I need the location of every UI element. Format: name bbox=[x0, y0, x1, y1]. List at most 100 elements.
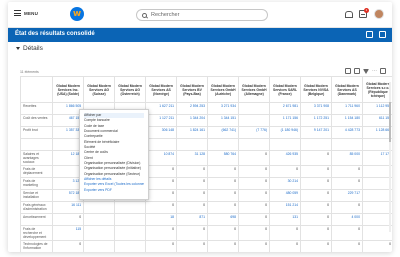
user-avatar[interactable] bbox=[374, 9, 384, 19]
table-cell[interactable]: 1 344 204 bbox=[176, 114, 209, 127]
table-cell[interactable]: 10 874 bbox=[145, 150, 178, 166]
table-cell: 0 bbox=[361, 165, 392, 178]
table-cell[interactable]: 1 172 251 bbox=[300, 114, 332, 127]
table-cell bbox=[238, 114, 271, 127]
table-cell[interactable]: 1 627 211 bbox=[145, 102, 178, 115]
inbox-icon[interactable]: 1 bbox=[359, 8, 369, 18]
table-cell[interactable]: 2 671 981 bbox=[269, 102, 301, 115]
table-cell[interactable]: (7 776) bbox=[238, 126, 271, 139]
details-toggle[interactable]: Détails bbox=[16, 45, 43, 52]
table-cell: 0 bbox=[176, 165, 209, 178]
table-cell: 0 bbox=[361, 177, 392, 190]
table-cell[interactable]: 85 000 bbox=[330, 150, 363, 166]
table-cell[interactable]: 611 157 bbox=[361, 114, 392, 127]
table-cell: 0 bbox=[176, 201, 209, 214]
table-cell[interactable]: (662 741) bbox=[207, 126, 240, 139]
table-row: Coût des ventes 467 155 1 127 211 1 344 204… bbox=[20, 114, 392, 127]
fullscreen-icon[interactable] bbox=[380, 68, 386, 74]
column-header[interactable]: Global Modern Services BV (Pays-Bas) bbox=[176, 76, 209, 103]
table-cell[interactable]: 1 128 661 bbox=[361, 126, 392, 139]
table-cell: 0 bbox=[238, 240, 271, 252]
table-cell[interactable]: 1 824 161 bbox=[176, 126, 209, 139]
table-cell: 0 bbox=[145, 165, 178, 178]
table-cell[interactable]: 17 173 bbox=[361, 150, 392, 166]
column-header[interactable]: Global Modern Services AG (Österreich) bbox=[114, 76, 147, 103]
vertical-scrollbar[interactable] bbox=[389, 82, 391, 232]
table-cell bbox=[83, 225, 116, 241]
column-header[interactable]: Global Modern Services Inc. (USA) (Solde… bbox=[52, 76, 85, 103]
popup-menu-item[interactable]: Exporter vers PDF bbox=[84, 188, 144, 193]
table-cell[interactable]: 4 000 bbox=[330, 213, 363, 226]
table-cell[interactable]: 18 bbox=[145, 213, 178, 226]
table-cell[interactable]: 151 214 bbox=[269, 201, 301, 214]
table-cell[interactable]: 1 344 151 bbox=[207, 114, 240, 127]
export-icon[interactable] bbox=[366, 31, 373, 38]
table-cell[interactable]: 1 171 156 bbox=[269, 114, 301, 127]
filter-icon[interactable] bbox=[363, 68, 369, 74]
table-cell: 0 bbox=[330, 201, 363, 214]
table-row: Frais de déplacement0000000000 bbox=[20, 165, 392, 178]
workday-logo[interactable]: w bbox=[70, 7, 84, 21]
menu-button[interactable]: MENU bbox=[14, 10, 38, 16]
table-cell[interactable]: 1 711 960 bbox=[330, 102, 363, 115]
table-cell: 0 bbox=[300, 189, 332, 202]
table-cell[interactable]: 1 112 954 bbox=[361, 102, 392, 115]
table-cell: 0 bbox=[176, 240, 209, 252]
table-row: Technologies de l'information0000000000 bbox=[20, 240, 392, 252]
table-header-row: Global Modern Services Inc. (USA) (Solde… bbox=[20, 76, 392, 103]
table-cell[interactable]: 115 bbox=[52, 225, 85, 241]
table-cell[interactable]: 16 111 bbox=[52, 201, 85, 214]
table-cell: 0 bbox=[330, 225, 363, 241]
table-cell[interactable]: 871 bbox=[176, 213, 209, 226]
table-cell[interactable]: 2 594 253 bbox=[176, 102, 209, 115]
table-cell[interactable]: 131 bbox=[269, 213, 301, 226]
table-cell[interactable]: 9 147 201 bbox=[300, 126, 332, 139]
column-header[interactable]: Global Modern Services AG (Suisse) bbox=[83, 76, 116, 103]
table-cell: 0 bbox=[207, 225, 240, 241]
table-cell[interactable]: (1 180 946) bbox=[269, 126, 301, 139]
table-cell bbox=[83, 201, 116, 214]
table-cell[interactable]: 1 127 211 bbox=[145, 114, 178, 127]
table-cell[interactable]: 580 764 bbox=[207, 150, 240, 166]
search-input[interactable]: Rechercher bbox=[136, 9, 268, 21]
column-header[interactable]: Global Modern Services GmbH (Allemagne) bbox=[238, 76, 271, 103]
table-cell[interactable]: 306 148 bbox=[145, 126, 178, 139]
table-cell: 0 bbox=[145, 240, 178, 252]
table-cell[interactable]: 480 059 bbox=[269, 189, 301, 202]
table-cell[interactable]: 31 128 bbox=[176, 150, 209, 166]
column-header[interactable]: Global Modern Services AS (Danemark) bbox=[330, 76, 363, 103]
table-cell: 0 bbox=[145, 189, 178, 202]
table-cell: 0 bbox=[300, 201, 332, 214]
pdf-export-icon[interactable] bbox=[354, 68, 360, 74]
table-cell[interactable]: 1 154 180 bbox=[330, 114, 363, 127]
report-table-container[interactable]: Global Modern Services Inc. (USA) (Solde… bbox=[20, 76, 392, 252]
table-cell: 0 bbox=[176, 225, 209, 241]
excel-export-icon[interactable] bbox=[345, 68, 351, 74]
scrollbar-thumb[interactable] bbox=[389, 102, 391, 142]
table-row bbox=[20, 138, 392, 151]
table-cell[interactable]: 426 935 bbox=[269, 150, 301, 166]
more-options-icon[interactable]: ⋯ bbox=[372, 68, 377, 74]
table-cell[interactable]: 229 717 bbox=[330, 189, 363, 202]
table-cell[interactable]: 3 371 908 bbox=[300, 102, 332, 115]
hamburger-icon bbox=[14, 10, 21, 16]
notifications-bell-icon[interactable] bbox=[344, 10, 353, 18]
table-cell: 0 bbox=[145, 177, 178, 190]
row-label: Frais généraux d'administration bbox=[20, 201, 54, 214]
search-placeholder: Rechercher bbox=[151, 12, 180, 18]
settings-icon[interactable] bbox=[379, 31, 386, 38]
column-header[interactable]: Global Modern Services SARL (France) bbox=[269, 76, 301, 103]
column-header[interactable]: Global Modern Services NV/SA (Belgique) bbox=[300, 76, 332, 103]
table-cell bbox=[207, 138, 240, 151]
table-cell: 0 bbox=[238, 225, 271, 241]
table-cell: 0 bbox=[361, 240, 392, 252]
table-cell[interactable]: 3 271 934 bbox=[207, 102, 240, 115]
table-cell[interactable]: 698 bbox=[207, 213, 240, 226]
column-header[interactable]: Global Modern Services s.r.o. (Républiqu… bbox=[361, 76, 392, 103]
table-cell[interactable]: 30 214 bbox=[269, 177, 301, 190]
column-header[interactable]: Global Modern Services GmbH (Autriche) bbox=[207, 76, 240, 103]
column-header[interactable]: Global Modern Services AS (Norvège) bbox=[145, 76, 178, 103]
table-cell: 0 bbox=[300, 165, 332, 178]
nav-icons: 1 bbox=[344, 8, 384, 19]
table-cell[interactable]: 4 428 773 bbox=[330, 126, 363, 139]
